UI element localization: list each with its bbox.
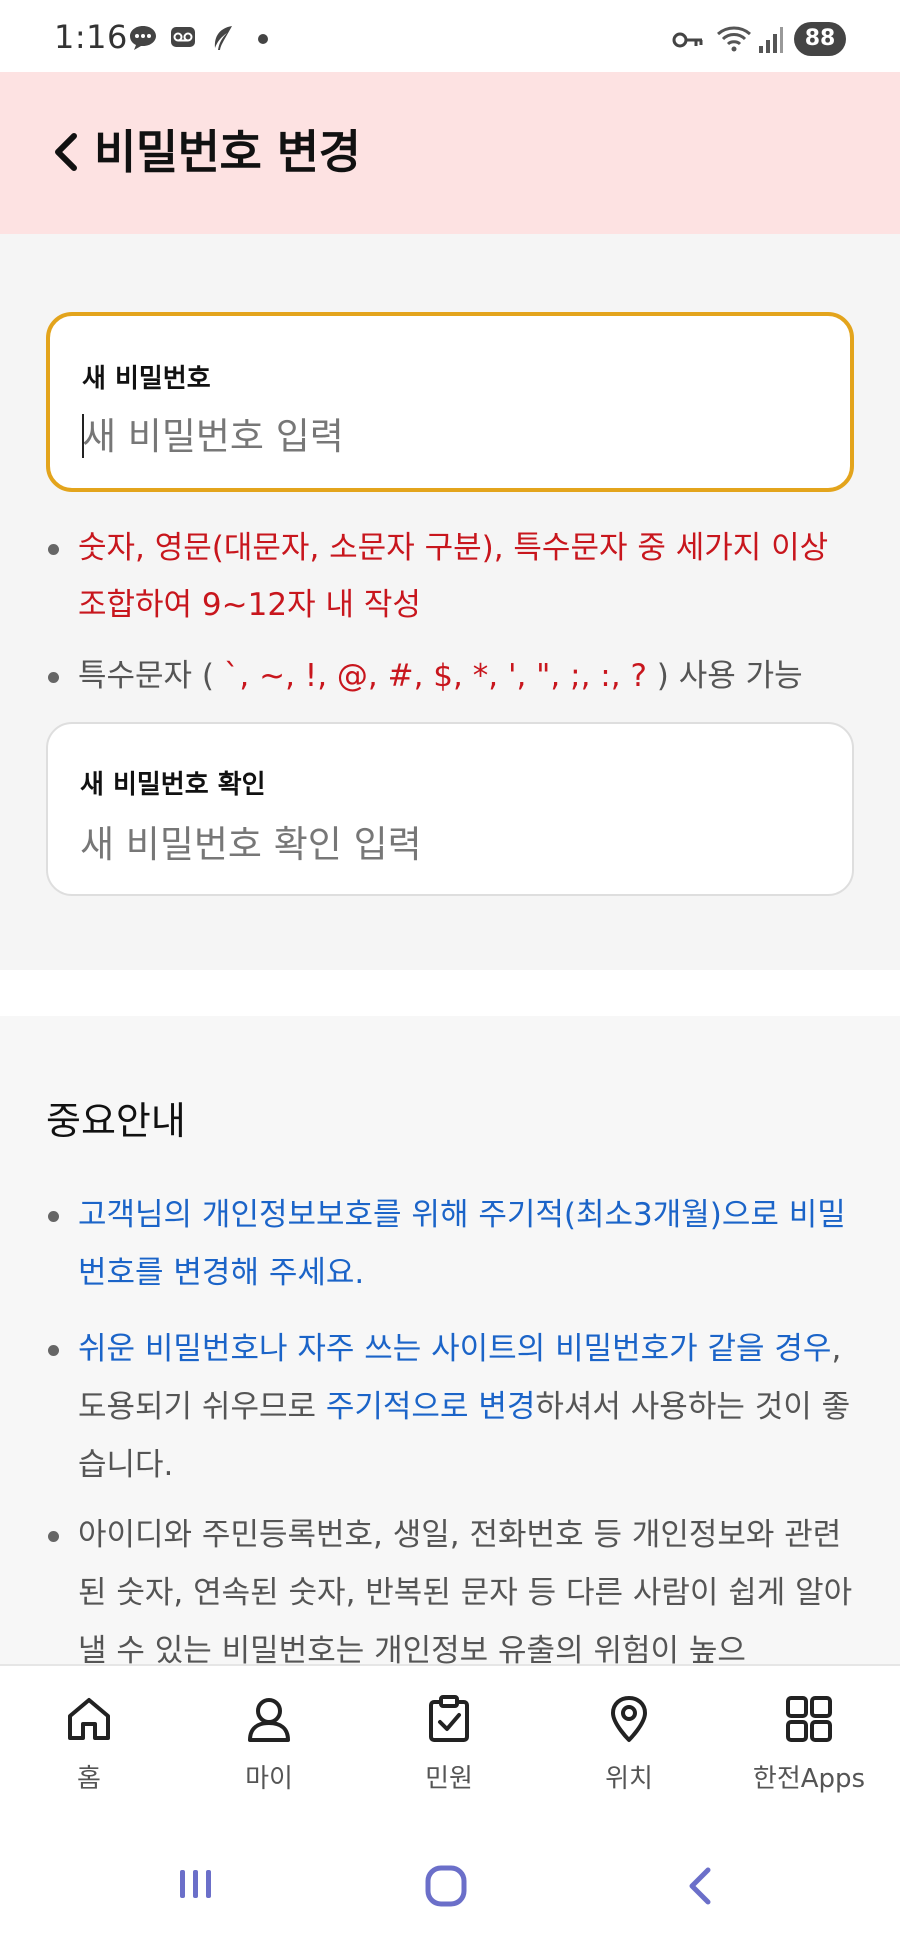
nav-my[interactable]: 마이	[194, 1694, 344, 1814]
notice-item: 아이디와 주민등록번호, 생일, 전화번호 등 개인정보와 관련된 숫자, 연속…	[46, 1506, 858, 1680]
new-password-field[interactable]: 새 비밀번호	[46, 312, 854, 492]
password-rule-special-chars: 특수문자 ( `, ~, !, @, #, $, *, ', ", ;, :, …	[46, 648, 866, 705]
nav-apps-label: 한전Apps	[752, 1764, 866, 1794]
dot-icon	[258, 34, 268, 44]
nav-home-label: 홈	[77, 1764, 101, 1794]
battery-indicator: 88	[794, 22, 846, 56]
nav-civil[interactable]: 민원	[374, 1694, 524, 1814]
nav-apps[interactable]: 한전Apps	[734, 1694, 884, 1814]
page-title: 비밀번호 변경	[94, 125, 361, 179]
back-arrow-icon[interactable]	[48, 124, 84, 180]
confirm-password-label: 새 비밀번호 확인	[80, 770, 266, 800]
notice-item: 고객님의 개인정보보호를 위해 주기적(최소3개월)으로 비밀번호를 변경해 주…	[46, 1186, 858, 1302]
special-chars-prefix: 특수문자 (	[78, 658, 215, 694]
nav-location-label: 위치	[605, 1764, 653, 1794]
home-button-icon[interactable]	[424, 1864, 468, 1908]
person-icon	[248, 1698, 290, 1742]
special-chars-suffix: ) 사용 가능	[656, 658, 803, 694]
wifi-icon	[717, 26, 751, 52]
new-password-input[interactable]	[82, 408, 802, 464]
important-notice: 중요안내 고객님의 개인정보보호를 위해 주기적(최소3개월)으로 비밀번호를 …	[0, 1016, 900, 1669]
signal-icon	[759, 27, 783, 53]
text-cursor	[82, 414, 84, 458]
notice-highlight: 쉬운 비밀번호나 자주 쓰는 사이트의 비밀번호가 같을 경우	[78, 1331, 832, 1367]
password-rule-combination: 숫자, 영문(대문자, 소문자 구분), 특수문자 중 세가지 이상 조합하여 …	[46, 520, 866, 634]
chat-bubble-icon	[130, 26, 156, 50]
notice-item: 쉬운 비밀번호나 자주 쓰는 사이트의 비밀번호가 같을 경우, 도용되기 쉬우…	[46, 1320, 858, 1494]
confirm-password-field[interactable]: 새 비밀번호 확인	[46, 722, 854, 896]
password-form: 새 비밀번호 숫자, 영문(대문자, 소문자 구분), 특수문자 중 세가지 이…	[0, 234, 900, 970]
home-icon	[68, 1698, 110, 1740]
apps-grid-icon	[786, 1696, 832, 1742]
notice-title: 중요안내	[46, 1099, 186, 1143]
bottom-navigation: 홈 마이 민원 위치 한전Apps	[0, 1664, 900, 1826]
status-bar: 1:16 88	[0, 0, 900, 72]
system-navigation-bar	[0, 1826, 900, 1950]
voicemail-icon	[171, 27, 195, 47]
special-chars-list: `, ~, !, @, #, $, *, ', ", ;, :, ?	[214, 658, 657, 694]
new-password-label: 새 비밀번호	[82, 364, 211, 394]
location-pin-icon	[611, 1696, 647, 1742]
system-back-icon[interactable]	[680, 1864, 720, 1908]
key-icon	[672, 32, 703, 48]
confirm-password-input[interactable]	[80, 816, 800, 872]
status-time: 1:16	[54, 18, 128, 56]
nav-home[interactable]: 홈	[14, 1694, 164, 1814]
nav-location[interactable]: 위치	[554, 1694, 704, 1814]
notice-highlight: 주기적으로 변경	[325, 1389, 536, 1425]
leaf-icon	[214, 26, 232, 50]
page-header: 비밀번호 변경	[0, 72, 900, 234]
nav-my-label: 마이	[245, 1764, 293, 1794]
recent-apps-icon[interactable]	[176, 1864, 216, 1904]
clipboard-check-icon	[429, 1695, 469, 1742]
nav-civil-label: 민원	[425, 1764, 473, 1794]
